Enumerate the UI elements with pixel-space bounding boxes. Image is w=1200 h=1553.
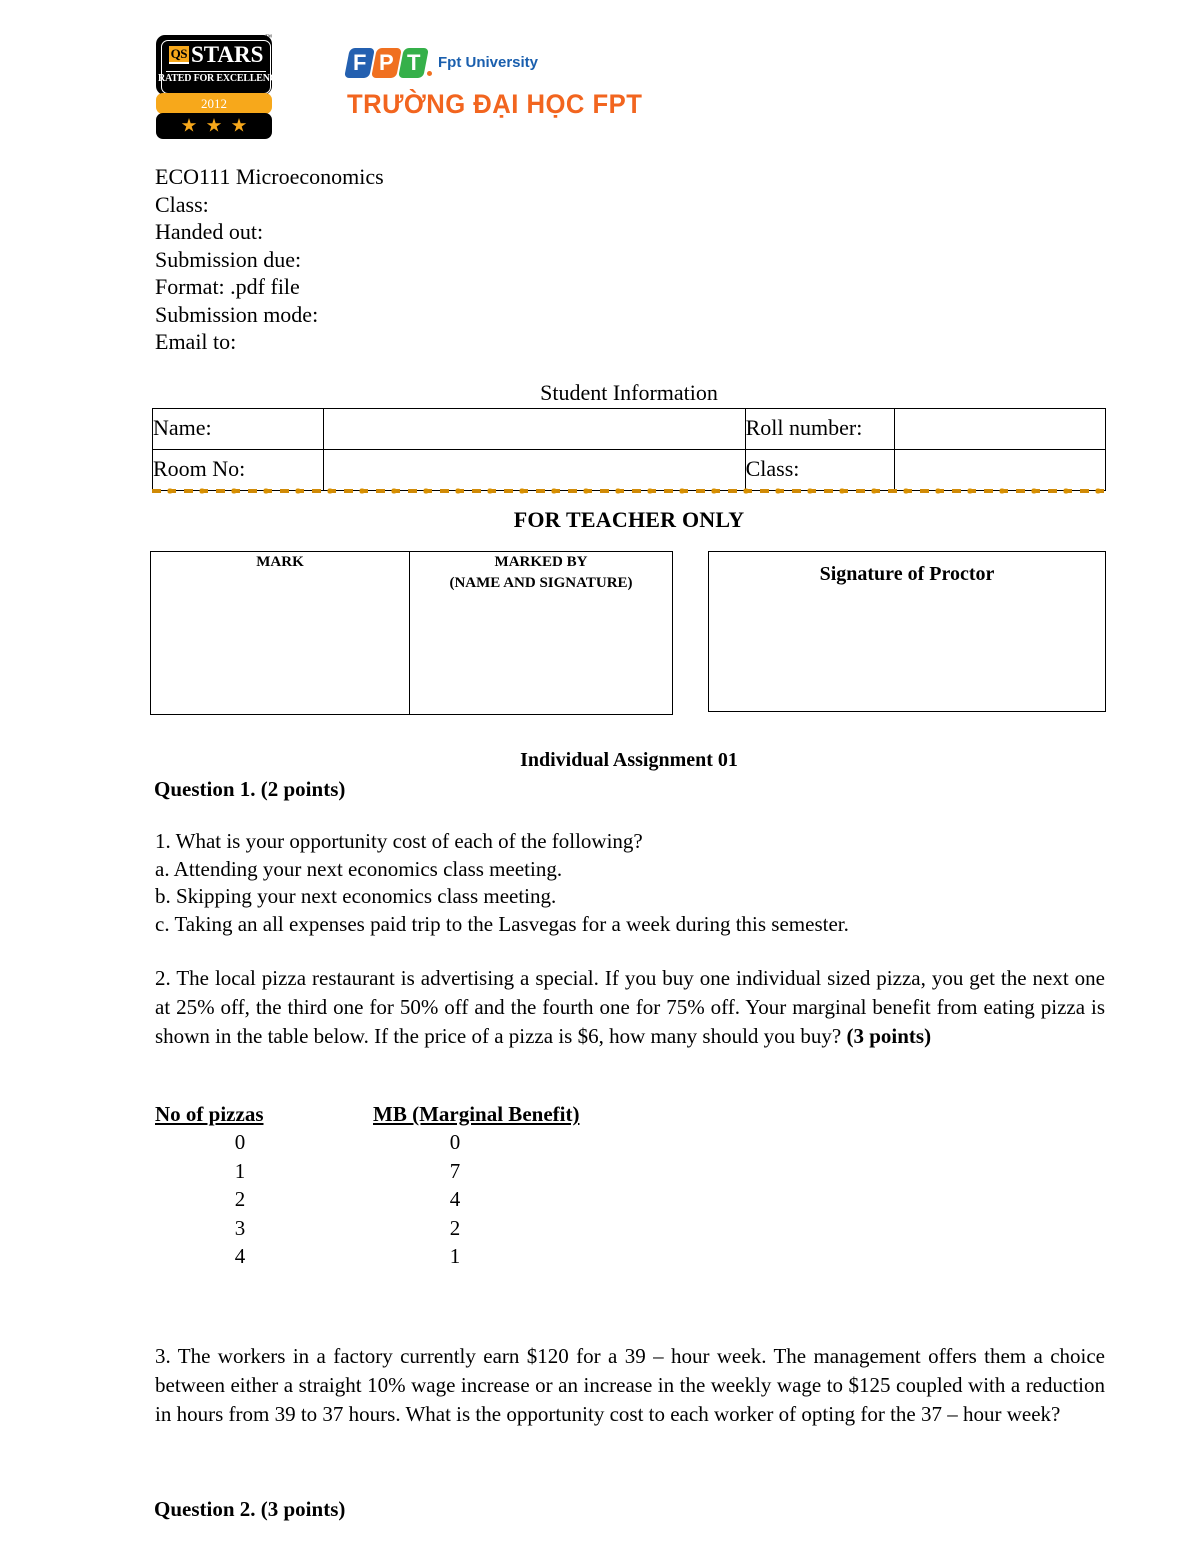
for-teacher-only-title: FOR TEACHER ONLY xyxy=(513,507,745,532)
cell-pizzas: 1 xyxy=(234,1158,246,1183)
column-header-mb: MB (Marginal Benefit) xyxy=(373,1102,580,1126)
fpt-letter-f-icon: F xyxy=(344,48,375,78)
fpt-vietnamese-name: TRƯỜNG ĐẠI HỌC FPT xyxy=(347,89,643,119)
table-row: 2 4 xyxy=(155,1185,625,1214)
course-info-line: Handed out: xyxy=(155,219,264,244)
name-label-cell: Name: xyxy=(151,408,325,450)
cell-pizzas: 4 xyxy=(234,1244,246,1268)
qs-badge-divider xyxy=(166,71,266,72)
trademark-icon: ™ xyxy=(265,33,272,41)
star-icon xyxy=(206,118,222,132)
marked-by-column-header-line1: MARKED BY xyxy=(494,554,588,570)
question-1-part-2-text: 2. The local pizza restaurant is adverti… xyxy=(155,966,1105,1048)
qs-badge-title-row: QS STARS xyxy=(158,43,274,66)
course-info-line: Format: .pdf file xyxy=(155,274,300,299)
qs-mark-label: QS xyxy=(168,45,189,64)
cell-pizzas: 3 xyxy=(234,1215,246,1240)
cell-mb: 2 xyxy=(449,1215,461,1240)
table-row: 0 0 xyxy=(155,1128,625,1157)
marked-by-column-header-line2: (NAME AND SIGNATURE) xyxy=(449,575,633,591)
question-1-part-2-points: (3 points) xyxy=(846,1024,932,1048)
fpt-letter-p-icon: P xyxy=(371,48,402,78)
marked-by-cell[interactable]: MARKED BY (NAME AND SIGNATURE) xyxy=(409,551,673,715)
qs-stars-word-label: STARS xyxy=(190,42,264,67)
question-1-heading: Question 1. (2 points) xyxy=(154,777,346,801)
fpt-university-logo: F P T Fpt University TRƯỜNG ĐẠI HỌC FPT xyxy=(344,48,747,140)
question-1-item: 1. What is your opportunity cost of each… xyxy=(155,829,643,853)
cell-mb: 0 xyxy=(449,1130,461,1154)
mark-column-header: MARK xyxy=(256,554,304,570)
cell-mb: 1 xyxy=(449,1244,461,1268)
star-icon xyxy=(181,118,197,132)
qs-badge-stars-row xyxy=(156,113,272,139)
student-information-title: Student Information xyxy=(540,380,718,405)
question-1-item: c. Taking an all expenses paid trip to t… xyxy=(155,911,849,936)
signature-of-proctor-box[interactable]: Signature of Proctor xyxy=(708,551,1106,712)
marginal-benefit-table-header: No of pizzas MB (Marginal Benefit) xyxy=(155,1100,625,1128)
class-input-cell[interactable] xyxy=(893,449,1107,491)
question-2-heading: Question 2. (3 points) xyxy=(154,1497,346,1521)
fpt-university-wordmark: Fpt University xyxy=(438,54,539,71)
question-1-items: 1. What is your opportunity cost of each… xyxy=(155,828,1105,938)
document-page: QS STARS RATED FOR EXCELLENCE ™ 2012 FPTF… xyxy=(0,0,1200,1553)
table-row: 4 1 xyxy=(155,1242,625,1271)
student-information-table: Name: Roll number: Room No: Class: xyxy=(151,408,1107,491)
course-info-line: Submission due: xyxy=(155,246,302,272)
room-no-label-cell: Room No: xyxy=(151,449,325,491)
question-1-item: b. Skipping your next economics class me… xyxy=(155,884,557,908)
course-info-line: Email to: xyxy=(155,329,237,354)
dash-dot-separator xyxy=(152,488,1106,494)
question-1-item: a. Attending your next economics class m… xyxy=(155,856,563,881)
course-info-line: Class: xyxy=(155,191,209,217)
marginal-benefit-table: No of pizzas MB (Marginal Benefit) 0 0 1… xyxy=(155,1100,625,1271)
course-info-line: Submission mode: xyxy=(155,301,319,327)
star-icon xyxy=(231,118,247,132)
document-header: QS STARS RATED FOR EXCELLENCE ™ 2012 FPTF… xyxy=(152,28,1106,146)
course-info-line: ECO111 Microeconomics xyxy=(155,164,384,189)
table-row: 3 2 xyxy=(155,1214,625,1243)
fpt-logo-mark: F P T Fpt University xyxy=(344,48,539,81)
mark-cell[interactable]: MARK xyxy=(150,551,410,715)
assignment-title: Individual Assignment 01 xyxy=(520,749,738,771)
roll-number-label-cell: Roll number: xyxy=(744,408,895,450)
roll-number-input-cell[interactable] xyxy=(893,408,1107,450)
signature-of-proctor-header: Signature of Proctor xyxy=(819,563,995,585)
qs-stars-badge-logo: QS STARS RATED FOR EXCELLENCE ™ 2012 xyxy=(156,33,284,139)
room-no-input-cell[interactable] xyxy=(323,449,746,491)
class-label-cell: Class: xyxy=(744,449,895,491)
qs-badge-top-panel: QS STARS RATED FOR EXCELLENCE ™ xyxy=(156,33,284,95)
cell-mb: 7 xyxy=(449,1158,461,1183)
question-1-part-3-paragraph: 3. The workers in a factory currently ea… xyxy=(155,1344,1105,1426)
question-1-part-2-paragraph: 2. The local pizza restaurant is adverti… xyxy=(155,964,1105,1051)
fpt-letter-t-icon: T xyxy=(398,48,429,78)
qs-badge-year: 2012 xyxy=(156,93,272,114)
marking-table: MARK MARKED BY (NAME AND SIGNATURE) xyxy=(150,551,673,715)
table-row: MARK MARKED BY (NAME AND SIGNATURE) xyxy=(150,551,673,715)
qs-badge-tagline: RATED FOR EXCELLENCE xyxy=(158,73,284,84)
separator-dots xyxy=(152,488,1106,494)
table-row: Room No: Class: xyxy=(151,449,1107,491)
cell-pizzas: 0 xyxy=(234,1130,246,1154)
course-info-block: ECO111 Microeconomics Class: Handed out:… xyxy=(155,163,384,356)
table-row: Name: Roll number: xyxy=(151,408,1107,450)
cell-mb: 4 xyxy=(449,1187,461,1211)
name-input-cell[interactable] xyxy=(323,408,746,450)
cell-pizzas: 2 xyxy=(234,1187,246,1211)
fpt-registered-dot-icon xyxy=(427,71,432,76)
table-row: 1 7 xyxy=(155,1157,625,1186)
column-header-pizzas: No of pizzas xyxy=(155,1102,264,1126)
